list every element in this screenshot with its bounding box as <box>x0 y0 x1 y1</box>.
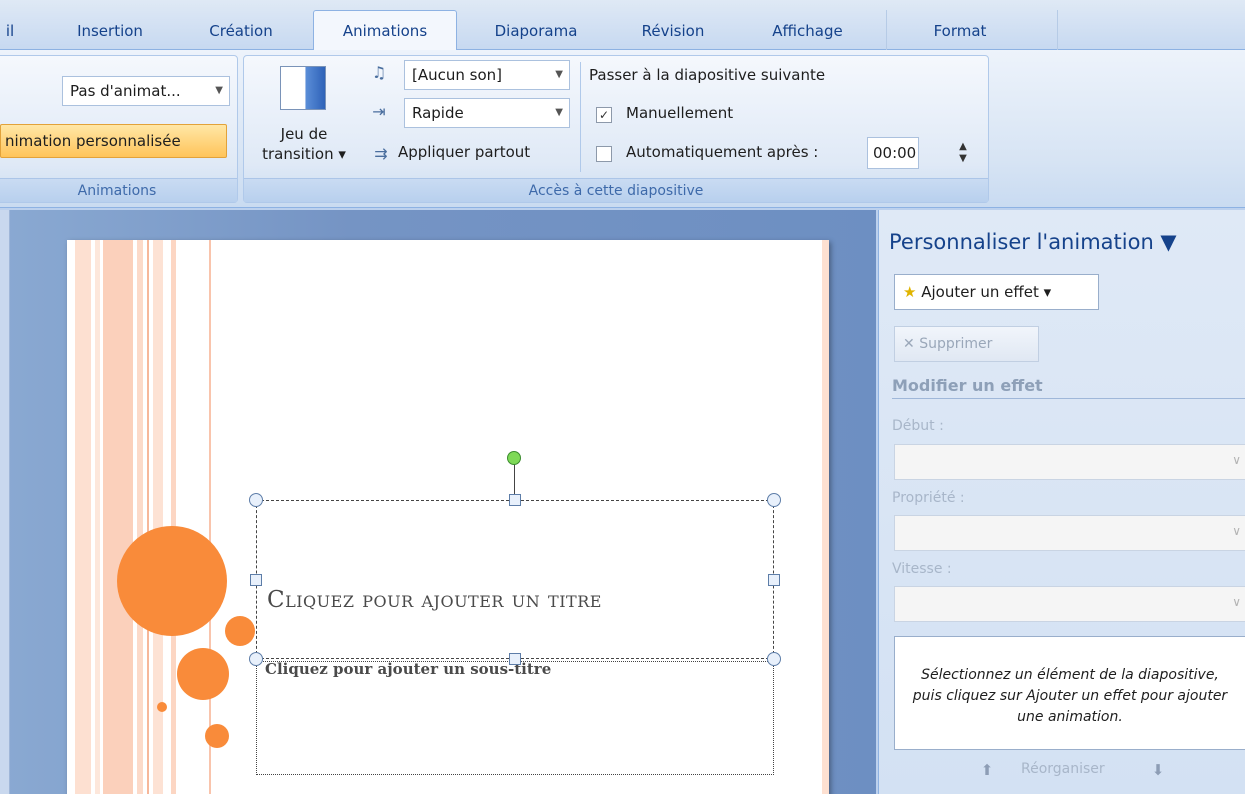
tab-separator <box>886 10 887 50</box>
speed-label: Vitesse : <box>892 561 952 577</box>
start-select[interactable]: ∨ <box>894 444 1245 480</box>
tab-accueil[interactable]: il <box>0 14 20 50</box>
resize-handle-top-right[interactable] <box>767 493 781 507</box>
decorative-stripe <box>171 240 176 794</box>
resize-handle-top-left[interactable] <box>249 493 263 507</box>
slide-panel-edge <box>0 210 10 794</box>
decorative-stripe <box>147 240 149 794</box>
resize-handle-left[interactable] <box>250 574 262 586</box>
transition-label-line-1: Jeu de <box>280 125 328 143</box>
decorative-circle <box>177 648 229 700</box>
decorative-stripe <box>822 240 829 794</box>
remove-effect-button[interactable]: ✕ Supprimer <box>894 326 1039 362</box>
rotation-handle[interactable] <box>507 451 521 465</box>
auto-advance-label: Automatiquement après : <box>626 143 819 161</box>
decorative-stripe <box>137 240 143 794</box>
chevron-down-icon: ∨ <box>1232 453 1241 467</box>
decorative-stripe <box>95 240 100 794</box>
tab-insertion[interactable]: Insertion <box>55 14 165 50</box>
auto-advance-time-input[interactable]: 00:00 <box>867 137 919 169</box>
transition-gallery-button[interactable] <box>275 62 331 114</box>
reorder-label: Réorganiser <box>1021 761 1105 777</box>
manual-label: Manuellement <box>626 104 734 122</box>
animation-select-value: Pas d'animat... <box>70 82 181 100</box>
transition-speed-select[interactable]: Rapide ▼ <box>404 98 570 128</box>
add-effect-star-icon: ★ <box>903 283 917 301</box>
remove-icon: ✕ <box>903 336 915 352</box>
decorative-stripe <box>75 240 91 794</box>
tab-diaporama[interactable]: Diaporama <box>475 14 597 50</box>
effect-list[interactable]: Sélectionnez un élément de la diapositiv… <box>894 636 1245 750</box>
resize-handle-right[interactable] <box>768 574 780 586</box>
manual-checkbox[interactable]: ✓ <box>596 107 612 123</box>
subtitle-placeholder[interactable] <box>256 661 774 775</box>
resize-handle-top[interactable] <box>509 494 521 506</box>
tab-creation[interactable]: Création <box>187 14 295 50</box>
tab-format[interactable]: Format <box>910 14 1010 50</box>
spin-down-icon[interactable]: ▼ <box>947 153 979 165</box>
transition-sound-value: [Aucun son] <box>412 66 502 84</box>
transition-speed-value: Rapide <box>412 104 464 122</box>
chevron-down-icon: ▼ <box>555 107 563 118</box>
remove-label: Supprimer <box>919 336 993 352</box>
decorative-stripe <box>103 240 133 794</box>
add-effect-label: Ajouter un effet ▾ <box>921 283 1052 301</box>
resize-handle-bottom[interactable] <box>509 653 521 665</box>
resize-handle-bottom-left[interactable] <box>249 652 263 666</box>
decorative-circle <box>205 724 229 748</box>
modify-effect-heading: Modifier un effet <box>892 376 1245 399</box>
title-placeholder[interactable] <box>256 500 774 659</box>
apply-all-icon: ⇉ <box>374 144 388 163</box>
move-up-icon[interactable]: ⬆ <box>976 758 998 782</box>
decorative-stripe <box>209 240 211 794</box>
animation-select[interactable]: Pas d'animat... ▼ <box>62 76 230 106</box>
sound-icon: ♫ <box>371 63 387 82</box>
chevron-down-icon: ∨ <box>1232 595 1241 609</box>
property-label: Propriété : <box>892 490 965 506</box>
decorative-circle <box>225 616 255 646</box>
tab-animations[interactable]: Animations <box>313 10 457 51</box>
slide-canvas[interactable]: Cliquez pour ajouter un sous-titre Cliqu… <box>67 240 829 794</box>
next-slide-heading: Passer à la diapositive suivante <box>589 66 826 84</box>
auto-advance-checkbox[interactable] <box>596 146 612 162</box>
effect-list-hint: Sélectionnez un élément de la diapositiv… <box>912 667 1228 725</box>
animations-group-label: Animations <box>0 178 237 202</box>
slide-transition-group-label: Accès à cette diapositive <box>244 178 988 202</box>
transition-thumbnail-icon <box>280 66 326 110</box>
spin-up-icon[interactable]: ▲ <box>947 141 979 153</box>
slide-workspace: Cliquez pour ajouter un sous-titre Cliqu… <box>0 210 876 794</box>
custom-animation-label: nimation personnalisée <box>5 132 181 150</box>
tab-separator <box>1057 10 1058 50</box>
transition-label-line-2: transition ▾ <box>262 145 346 163</box>
transition-gallery-label[interactable]: Jeu de transition ▾ <box>248 124 360 164</box>
group-divider <box>580 62 581 172</box>
tab-affichage[interactable]: Affichage <box>745 14 870 50</box>
time-spinner[interactable]: ▲ ▼ <box>947 137 979 169</box>
title-text[interactable]: Cliquez pour ajouter un titre <box>267 582 767 619</box>
speed-select[interactable]: ∨ <box>894 586 1245 622</box>
start-label: Début : <box>892 418 944 434</box>
transition-sound-select[interactable]: [Aucun son] ▼ <box>404 60 570 90</box>
apply-all-button[interactable]: Appliquer partout <box>398 143 530 161</box>
speed-icon: ⇥ <box>372 102 386 121</box>
tab-revision[interactable]: Révision <box>618 14 728 50</box>
pane-title[interactable]: Personnaliser l'animation ▼ <box>879 222 1245 262</box>
decorative-circle <box>117 526 227 636</box>
add-effect-button[interactable]: ★ Ajouter un effet ▾ <box>894 274 1099 310</box>
ribbon-tab-bar: il Insertion Création Animations Diapora… <box>0 0 1245 51</box>
custom-animation-pane: Personnaliser l'animation ▼ ★ Ajouter un… <box>878 210 1245 794</box>
chevron-down-icon: ∨ <box>1232 524 1241 538</box>
chevron-down-icon: ▼ <box>555 69 563 80</box>
property-select[interactable]: ∨ <box>894 515 1245 551</box>
move-down-icon[interactable]: ⬇ <box>1147 758 1169 782</box>
resize-handle-bottom-right[interactable] <box>767 652 781 666</box>
chevron-down-icon: ▼ <box>215 85 223 96</box>
custom-animation-button[interactable]: nimation personnalisée <box>0 124 227 158</box>
decorative-circle <box>157 702 167 712</box>
